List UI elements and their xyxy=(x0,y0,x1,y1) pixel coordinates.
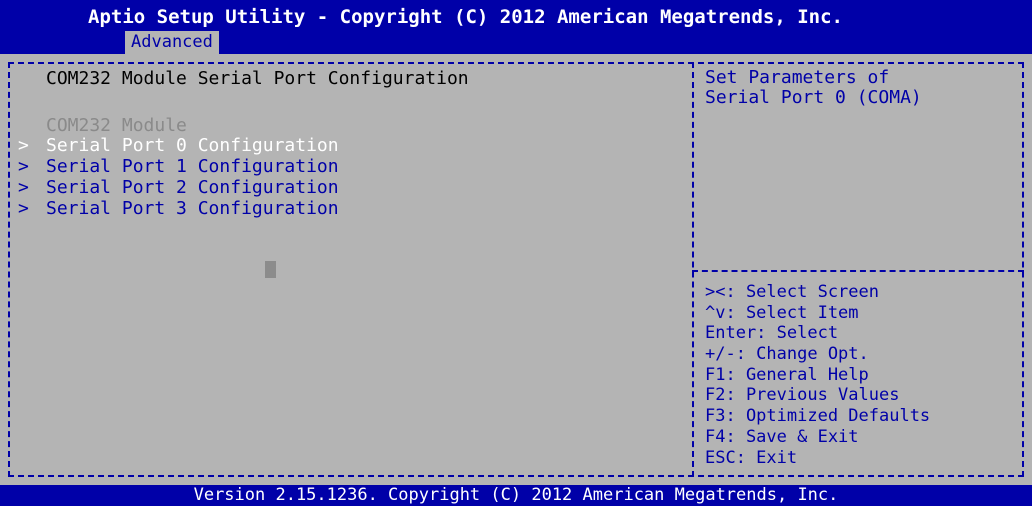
menu-item-serial-port-2[interactable]: > Serial Port 2 Configuration xyxy=(18,177,339,198)
submenu-arrow-icon: > xyxy=(18,177,29,198)
key-hint-save-exit: F4: Save & Exit xyxy=(705,426,859,447)
section-label: COM232 Module xyxy=(46,115,187,136)
help-description: Set Parameters of Serial Port 0 (COMA) xyxy=(705,68,922,108)
menu-list: > Serial Port 0 Configuration > Serial Por… xyxy=(18,135,339,219)
page-title: COM232 Module Serial Port Configuration xyxy=(46,68,469,89)
menu-item-serial-port-1[interactable]: > Serial Port 1 Configuration xyxy=(18,156,339,177)
key-legend: ><: Select Screen ^v: Select Item Enter:… xyxy=(705,282,930,468)
menu-item-label: Serial Port 1 Configuration xyxy=(46,156,339,177)
key-hint-change-opt: +/-: Change Opt. xyxy=(705,344,869,365)
menu-item-label: Serial Port 0 Configuration xyxy=(46,135,339,156)
main-panel: COM232 Module Serial Port Configuration … xyxy=(0,54,1032,485)
frame-bottom-border xyxy=(8,475,1024,477)
help-separator xyxy=(692,270,1024,272)
app-title: Aptio Setup Utility - Copyright (C) 2012… xyxy=(88,6,843,28)
version-text: Version 2.15.1236. Copyright (C) 2012 Am… xyxy=(193,485,839,505)
frame-top-border xyxy=(8,62,1024,64)
frame-left-border xyxy=(8,62,10,477)
key-hint-enter-select: Enter: Select xyxy=(705,323,839,344)
menu-item-serial-port-0[interactable]: > Serial Port 0 Configuration xyxy=(18,135,339,156)
menu-item-label: Serial Port 3 Configuration xyxy=(46,198,339,219)
key-hint-esc-exit: ESC: Exit xyxy=(705,447,798,468)
header-bar: Aptio Setup Utility - Copyright (C) 2012… xyxy=(0,0,1032,54)
footer-bar: Version 2.15.1236. Copyright (C) 2012 Am… xyxy=(0,485,1032,506)
submenu-arrow-icon: > xyxy=(18,156,29,177)
key-hint-general-help: F1: General Help xyxy=(705,364,869,385)
submenu-arrow-icon: > xyxy=(18,198,29,219)
menu-item-label: Serial Port 2 Configuration xyxy=(46,177,339,198)
menu-item-serial-port-3[interactable]: > Serial Port 3 Configuration xyxy=(18,198,339,219)
help-description-line: Set Parameters of xyxy=(705,67,890,88)
help-description-line: Serial Port 0 (COMA) xyxy=(705,87,922,108)
tab-advanced[interactable]: Advanced xyxy=(125,31,219,54)
text-cursor xyxy=(265,261,276,278)
submenu-arrow-icon: > xyxy=(18,135,29,156)
key-hint-select-screen: ><: Select Screen xyxy=(705,282,879,302)
key-hint-previous-values: F2: Previous Values xyxy=(705,385,900,406)
key-hint-select-item: ^v: Select Item xyxy=(705,302,859,323)
key-hint-optimized-defaults: F3: Optimized Defaults xyxy=(705,406,931,427)
